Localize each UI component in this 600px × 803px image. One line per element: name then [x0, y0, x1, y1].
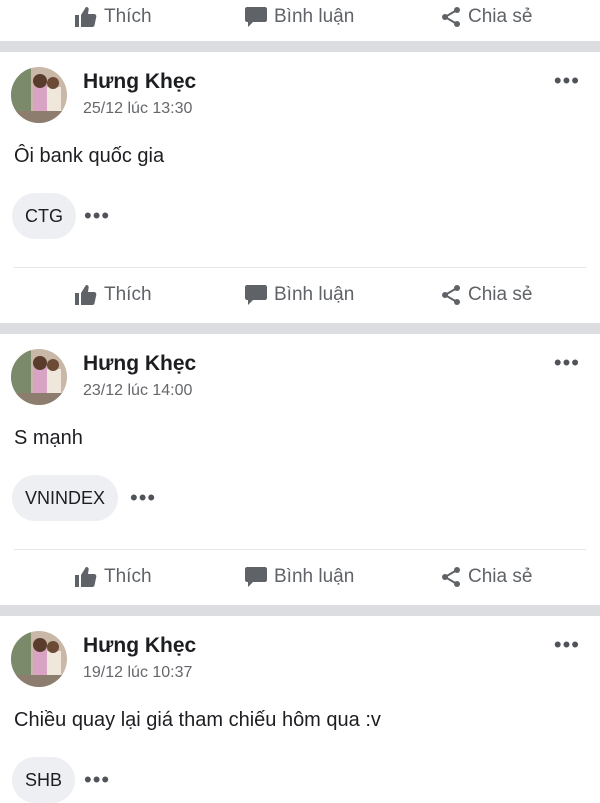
share-label: Chia sẻ	[468, 6, 533, 27]
divider	[14, 549, 586, 550]
post-text: Chiều quay lại giá tham chiếu hôm qua :v	[14, 709, 381, 731]
comment-button[interactable]: Bình luận	[244, 284, 354, 306]
comment-label: Bình luận	[274, 284, 355, 305]
comment-icon	[245, 567, 267, 587]
post-text: S mạnh	[14, 427, 83, 449]
post-separator	[0, 323, 600, 334]
comment-icon	[245, 7, 267, 27]
post-timestamp[interactable]: 19/12 lúc 10:37	[83, 664, 192, 682]
tag-more-button[interactable]: •••	[84, 769, 110, 791]
post-more-button[interactable]: •••	[554, 634, 580, 656]
comment-label: Bình luận	[274, 6, 355, 27]
thumbs-up-icon	[75, 7, 97, 27]
share-icon	[442, 567, 460, 587]
comment-button[interactable]: Bình luận	[244, 566, 354, 588]
post-text: Ôi bank quốc gia	[14, 145, 165, 167]
avatar[interactable]	[11, 631, 67, 687]
post: Hưng Khẹc 25/12 lúc 13:30 ••• Ôi bank qu…	[0, 52, 600, 326]
action-bar: Thích Bình luận Chia sẻ	[0, 0, 600, 36]
comment-button[interactable]: Bình luận	[244, 6, 354, 28]
thumbs-up-icon	[75, 285, 97, 305]
avatar[interactable]	[11, 67, 67, 123]
share-icon	[442, 285, 460, 305]
tag-more-button[interactable]: •••	[84, 205, 110, 227]
like-button[interactable]: Thích	[74, 566, 152, 588]
like-label: Thích	[104, 284, 152, 305]
post-separator	[0, 41, 600, 52]
post-separator	[0, 605, 600, 616]
like-button[interactable]: Thích	[74, 6, 152, 28]
post-more-button[interactable]: •••	[554, 70, 580, 92]
tag-more-button[interactable]: •••	[130, 487, 156, 509]
comment-label: Bình luận	[274, 566, 355, 587]
stock-tag-chip[interactable]: VNINDEX	[12, 475, 119, 521]
post: Hưng Khẹc 19/12 lúc 10:37 ••• Chiều quay…	[0, 616, 600, 803]
stock-tag-chip[interactable]: CTG	[12, 193, 76, 239]
stock-tag-chip[interactable]: SHB	[12, 757, 76, 803]
like-button[interactable]: Thích	[74, 284, 152, 306]
share-button[interactable]: Chia sẻ	[440, 6, 532, 28]
thumbs-up-icon	[75, 567, 97, 587]
share-label: Chia sẻ	[468, 566, 533, 587]
author-name[interactable]: Hưng Khẹc	[83, 70, 196, 94]
share-label: Chia sẻ	[468, 284, 533, 305]
post-timestamp[interactable]: 25/12 lúc 13:30	[83, 100, 192, 118]
divider	[14, 267, 586, 268]
post-more-button[interactable]: •••	[554, 352, 580, 374]
like-label: Thích	[104, 566, 152, 587]
share-button[interactable]: Chia sẻ	[440, 566, 532, 588]
author-name[interactable]: Hưng Khẹc	[83, 352, 196, 376]
post-timestamp[interactable]: 23/12 lúc 14:00	[83, 382, 192, 400]
share-button[interactable]: Chia sẻ	[440, 284, 532, 306]
author-name[interactable]: Hưng Khẹc	[83, 634, 196, 658]
share-icon	[442, 7, 460, 27]
post: Hưng Khẹc 23/12 lúc 14:00 ••• S mạnh VNI…	[0, 334, 600, 608]
like-label: Thích	[104, 6, 152, 27]
comment-icon	[245, 285, 267, 305]
avatar[interactable]	[11, 349, 67, 405]
